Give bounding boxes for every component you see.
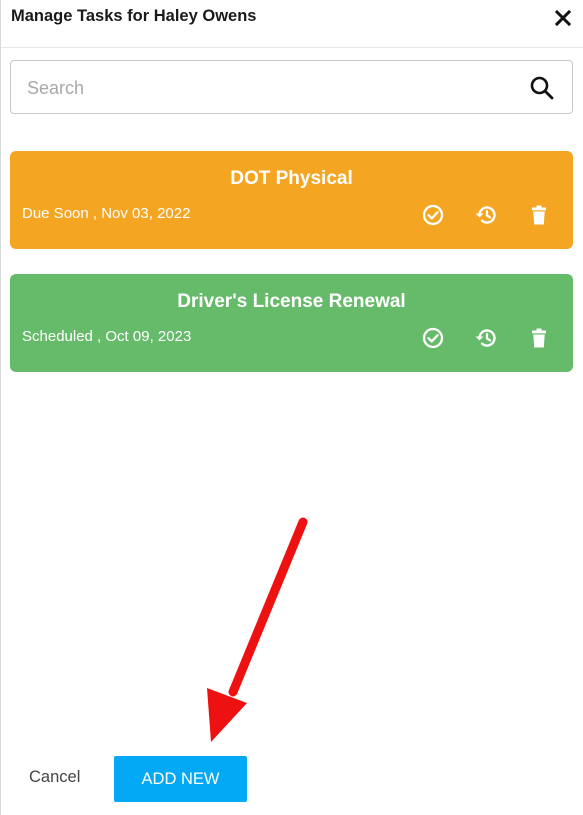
task-card[interactable]: Driver's License Renewal Scheduled , Oct… bbox=[10, 274, 573, 372]
annotation-arrow bbox=[207, 517, 308, 742]
manage-tasks-dialog: Manage Tasks for Haley Owens DOT Physica… bbox=[0, 0, 583, 815]
dialog-header: Manage Tasks for Haley Owens bbox=[1, 0, 583, 48]
task-card[interactable]: DOT Physical Due Soon , Nov 03, 2022 bbox=[10, 151, 573, 249]
search-box bbox=[10, 60, 573, 114]
check-circle-icon[interactable] bbox=[420, 202, 446, 228]
search-icon[interactable] bbox=[529, 75, 555, 101]
check-circle-icon[interactable] bbox=[420, 325, 446, 351]
task-title: DOT Physical bbox=[230, 168, 353, 189]
add-new-button[interactable]: ADD NEW bbox=[114, 756, 247, 802]
trash-icon[interactable] bbox=[526, 202, 552, 228]
task-status: Due Soon , Nov 03, 2022 bbox=[22, 205, 191, 222]
dialog-title: Manage Tasks for Haley Owens bbox=[11, 7, 257, 25]
trash-icon[interactable] bbox=[526, 325, 552, 351]
search-input[interactable] bbox=[27, 73, 507, 103]
cancel-button[interactable]: Cancel bbox=[29, 768, 80, 787]
close-icon[interactable] bbox=[551, 6, 575, 30]
task-status: Scheduled , Oct 09, 2023 bbox=[22, 328, 192, 345]
task-title: Driver's License Renewal bbox=[177, 291, 406, 312]
history-icon[interactable] bbox=[473, 325, 499, 351]
history-icon[interactable] bbox=[473, 202, 499, 228]
